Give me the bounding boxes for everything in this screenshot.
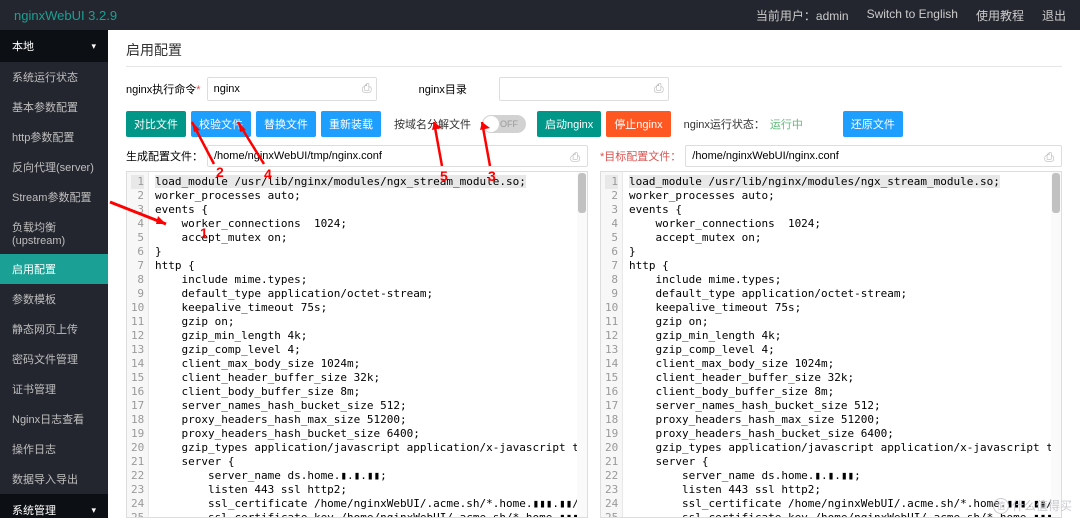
sidebar-item[interactable]: Nginx日志查看 bbox=[0, 404, 108, 434]
compare-button[interactable]: 对比文件 bbox=[126, 111, 186, 137]
nginx-cmd-input[interactable] bbox=[207, 77, 377, 101]
logout-link[interactable]: 退出 bbox=[1042, 7, 1066, 24]
split-toggle[interactable]: OFF bbox=[482, 115, 526, 133]
sidebar-item[interactable]: http参数配置 bbox=[0, 122, 108, 152]
sidebar-item[interactable]: 基本参数配置 bbox=[0, 92, 108, 122]
restore-button[interactable]: 还原文件 bbox=[843, 111, 903, 137]
split-label: 按域名分解文件 bbox=[394, 116, 471, 132]
sidebar-item[interactable]: 证书管理 bbox=[0, 374, 108, 404]
sidebar-item[interactable]: Stream参数配置 bbox=[0, 182, 108, 212]
generated-path-input[interactable] bbox=[207, 145, 588, 167]
toolbar: 对比文件 校验文件 替换文件 重新装载 按域名分解文件 OFF 启动nginx … bbox=[126, 111, 1062, 137]
tutorial-link[interactable]: 使用教程 bbox=[976, 7, 1024, 24]
upload-icon[interactable]: ⎙ bbox=[654, 81, 664, 96]
sidebar-item[interactable]: 静态网页上传 bbox=[0, 314, 108, 344]
page-title: 启用配置 bbox=[126, 40, 1062, 67]
sidebar-item[interactable]: 系统运行状态 bbox=[0, 62, 108, 92]
target-path-label: *目标配置文件： bbox=[600, 148, 681, 164]
switch-language-link[interactable]: Switch to English bbox=[867, 7, 958, 24]
sidebar-section-admin[interactable]: 系统管理 ▾ bbox=[0, 494, 108, 518]
upload-icon[interactable]: ⎙ bbox=[570, 150, 580, 165]
sidebar-section-local[interactable]: 本地 ▾ bbox=[0, 30, 108, 62]
code-body[interactable]: load_module /usr/lib/nginx/modules/ngx_s… bbox=[623, 172, 1061, 517]
gutter: 1234567891011121314151617181920212223242… bbox=[127, 172, 149, 517]
sidebar-item[interactable]: 操作日志 bbox=[0, 434, 108, 464]
right-editor[interactable]: 1234567891011121314151617181920212223242… bbox=[600, 171, 1062, 518]
gutter: 1234567891011121314151617181920212223242… bbox=[601, 172, 623, 517]
nginx-dir-input[interactable] bbox=[499, 77, 669, 101]
sidebar-item[interactable]: 数据导入导出 bbox=[0, 464, 108, 494]
status-label: nginx运行状态： bbox=[684, 116, 765, 132]
left-editor[interactable]: 1234567891011121314151617181920212223242… bbox=[126, 171, 588, 518]
chevron-down-icon: ▾ bbox=[91, 505, 96, 516]
sidebar-item[interactable]: 启用配置 bbox=[0, 254, 108, 284]
sidebar-item[interactable]: 反向代理(server) bbox=[0, 152, 108, 182]
cmd-label: nginx执行命令* bbox=[126, 81, 201, 97]
sidebar: 本地 ▾ 系统运行状态基本参数配置http参数配置反向代理(server)Str… bbox=[0, 30, 108, 518]
status-value: 运行中 bbox=[770, 116, 803, 132]
target-path-input[interactable] bbox=[685, 145, 1062, 167]
chevron-down-icon: ▾ bbox=[91, 41, 96, 52]
scrollbar[interactable] bbox=[1051, 172, 1061, 517]
validate-button[interactable]: 校验文件 bbox=[191, 111, 251, 137]
reload-button[interactable]: 重新装载 bbox=[321, 111, 381, 137]
current-user[interactable]: 当前用户：admin bbox=[756, 7, 849, 24]
generated-path-label: 生成配置文件： bbox=[126, 148, 203, 164]
upload-icon[interactable]: ⎙ bbox=[362, 81, 372, 96]
sidebar-item[interactable]: 参数模板 bbox=[0, 284, 108, 314]
start-nginx-button[interactable]: 启动nginx bbox=[537, 111, 601, 137]
stop-nginx-button[interactable]: 停止nginx bbox=[606, 111, 670, 137]
sidebar-item[interactable]: 负载均衡(upstream) bbox=[0, 212, 108, 254]
app-brand: nginxWebUI 3.2.9 bbox=[14, 8, 117, 23]
upload-icon[interactable]: ⎙ bbox=[1044, 150, 1054, 165]
dir-label: nginx目录 bbox=[419, 81, 493, 97]
code-body[interactable]: load_module /usr/lib/nginx/modules/ngx_s… bbox=[149, 172, 587, 517]
sidebar-item[interactable]: 密码文件管理 bbox=[0, 344, 108, 374]
replace-button[interactable]: 替换文件 bbox=[256, 111, 316, 137]
scrollbar[interactable] bbox=[577, 172, 587, 517]
